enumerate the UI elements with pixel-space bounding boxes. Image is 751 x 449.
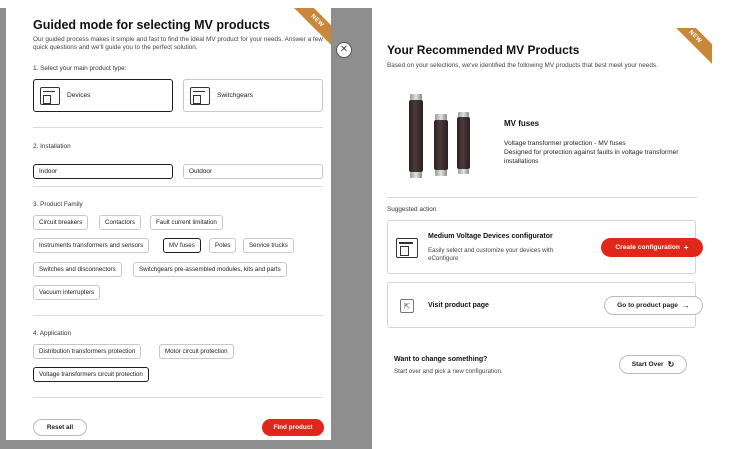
refresh-icon: ↻ bbox=[667, 360, 675, 369]
product-line-1: Voltage transformer protection - MV fuse… bbox=[504, 140, 626, 147]
family-chip-instrument-transformers[interactable]: Instruments transformers and sensors bbox=[33, 238, 150, 253]
fuse-cap bbox=[458, 169, 469, 174]
family-chip-service-trucks[interactable]: Service trucks bbox=[243, 238, 294, 253]
application-chip-voltage-transformers[interactable]: Voltage transformers circuit protection bbox=[33, 367, 149, 382]
mv-fuses-image bbox=[402, 90, 477, 180]
recommendation-panel: NEW Your Recommended MV Products Based o… bbox=[372, 28, 712, 449]
start-over-label: Start Over bbox=[631, 361, 664, 368]
suggested-action-label: Suggested action bbox=[387, 206, 437, 213]
divider bbox=[33, 127, 323, 128]
divider bbox=[387, 197, 697, 198]
configurator-card: Medium Voltage Devices configurator Easi… bbox=[387, 220, 703, 274]
go-to-product-page-button[interactable]: Go to product page → bbox=[604, 296, 703, 315]
family-chip-poles[interactable]: Poles bbox=[209, 238, 237, 253]
guided-mode-panel: NEW Guided mode for selecting MV product… bbox=[6, 8, 331, 440]
family-chip-contactors[interactable]: Contactors bbox=[99, 215, 141, 230]
step1-label: 1. Select your main product type: bbox=[33, 65, 127, 72]
family-chip-circuit-breakers[interactable]: Circuit breakers bbox=[33, 215, 89, 230]
visit-product-title: Visit product page bbox=[428, 302, 489, 309]
go-to-product-page-label: Go to product page bbox=[617, 302, 678, 309]
new-ribbon-label: NEW bbox=[309, 13, 325, 29]
create-configuration-button[interactable]: Create configuration + bbox=[601, 238, 703, 257]
fuse-body bbox=[409, 100, 423, 172]
create-configuration-label: Create configuration bbox=[615, 244, 680, 251]
product-type-switchgears[interactable]: Switchgears bbox=[183, 79, 323, 112]
divider bbox=[33, 315, 323, 316]
step2-label: 2. Installation bbox=[33, 143, 71, 150]
guided-mode-description: Our guided process makes it simple and f… bbox=[33, 36, 323, 51]
step3-label: 3. Product Family bbox=[33, 201, 83, 208]
new-ribbon: NEW bbox=[668, 28, 712, 64]
family-chip-switches-disconnectors[interactable]: Switches and disconnectors bbox=[33, 262, 122, 277]
fuse-cap bbox=[435, 170, 447, 176]
family-chip-switchgear-modules[interactable]: Switchgears pre-assembled modules, kits … bbox=[133, 262, 287, 277]
arrow-right-icon: → bbox=[681, 301, 690, 310]
product-line-2: Designed for protection against faults i… bbox=[504, 149, 679, 165]
close-icon[interactable]: ✕ bbox=[336, 42, 352, 58]
configurator-title: Medium Voltage Devices configurator bbox=[428, 233, 553, 240]
application-chip-distribution-transformers[interactable]: Distribution transformers protection bbox=[33, 344, 142, 359]
product-type-switchgears-label: Switchgears bbox=[217, 92, 253, 99]
devices-icon bbox=[40, 86, 60, 105]
switchgears-icon bbox=[190, 86, 210, 105]
external-link-icon: ⇱ bbox=[400, 299, 414, 313]
product-name: MV fuses bbox=[504, 119, 540, 128]
change-text: Start over and pick a new configuration. bbox=[394, 368, 503, 375]
visit-product-card: ⇱ Visit product page Go to product page … bbox=[387, 282, 703, 328]
backdrop-top-strip bbox=[0, 0, 372, 8]
family-chip-vacuum-interrupters[interactable]: Vacuum interrupters bbox=[33, 285, 101, 300]
configurator-text: Easily select and customize your devices… bbox=[428, 247, 554, 262]
product-type-devices[interactable]: Devices bbox=[33, 79, 173, 112]
start-over-button[interactable]: Start Over ↻ bbox=[619, 355, 687, 374]
fuse-body bbox=[434, 120, 448, 170]
fuse-cap bbox=[410, 172, 422, 178]
installation-outdoor[interactable]: Outdoor bbox=[183, 164, 323, 179]
recommendation-description: Based on your selections, we've identifi… bbox=[387, 62, 658, 69]
family-chip-mv-fuses[interactable]: MV fuses bbox=[163, 238, 201, 253]
plus-icon: + bbox=[683, 243, 689, 252]
product-description: Voltage transformer protection - MV fuse… bbox=[504, 139, 694, 166]
divider bbox=[33, 186, 323, 187]
new-ribbon-label: NEW bbox=[687, 29, 703, 45]
installation-indoor[interactable]: Indoor bbox=[33, 164, 173, 179]
application-chip-motor-circuit[interactable]: Motor circuit protection bbox=[159, 344, 234, 359]
guided-mode-title: Guided mode for selecting MV products bbox=[33, 18, 270, 32]
find-product-button[interactable]: Find product bbox=[262, 419, 324, 436]
divider bbox=[33, 397, 323, 398]
configurator-icon bbox=[396, 238, 418, 258]
family-chip-fault-current-limitation[interactable]: Fault current limitation bbox=[150, 215, 223, 230]
screen: NEW Guided mode for selecting MV product… bbox=[0, 0, 751, 449]
product-type-devices-label: Devices bbox=[67, 92, 91, 99]
change-title: Want to change something? bbox=[394, 356, 488, 363]
recommendation-title: Your Recommended MV Products bbox=[387, 43, 580, 57]
reset-all-button[interactable]: Reset all bbox=[33, 419, 87, 436]
step4-label: 4. Application bbox=[33, 330, 72, 337]
fuse-body bbox=[457, 117, 470, 169]
